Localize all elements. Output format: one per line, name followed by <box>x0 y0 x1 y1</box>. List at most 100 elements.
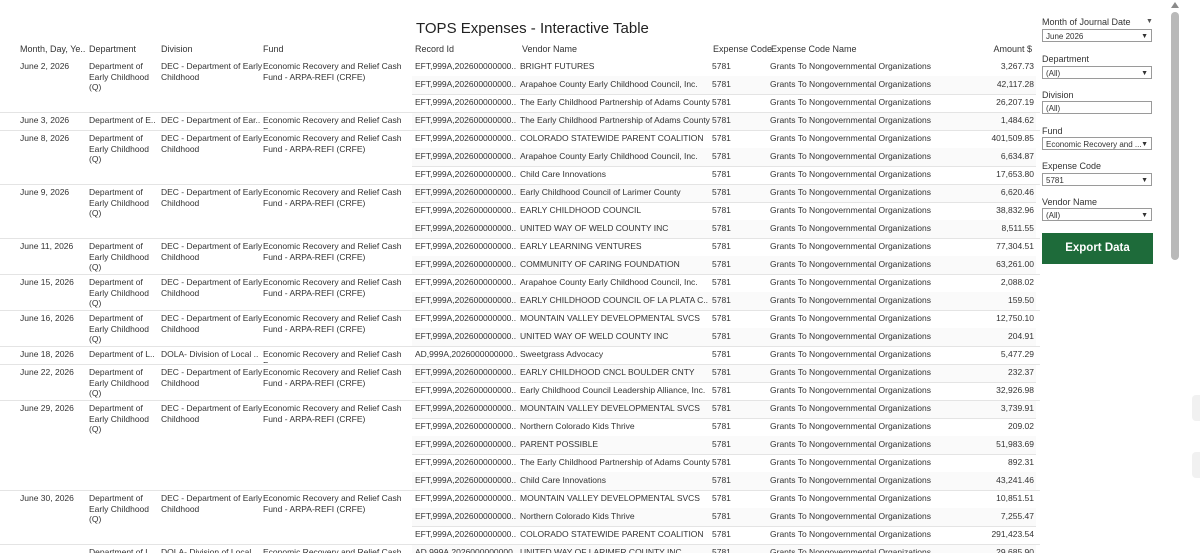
fund-cell: Economic Recovery and Relief Cash F.. <box>263 115 402 129</box>
record-id-cell: EFT,999A,202600000000.. <box>415 169 517 179</box>
expense-code-name-cell: Grants To Nongovernmental Organizations <box>770 349 931 359</box>
group-divider <box>0 112 1040 113</box>
expense-code-cell: 5781 <box>712 223 731 233</box>
table-row[interactable]: EFT,999A,202600000000.. MOUNTAIN VALLEY D… <box>412 310 1036 329</box>
table-row[interactable]: AD,999A,2026000000000.. Sweetgrass Advoca… <box>412 346 1036 365</box>
month-filter-select[interactable]: June 2026 ▼ <box>1042 29 1152 42</box>
department-filter-label: Department <box>1042 54 1090 64</box>
amount-cell: 32,926.98 <box>996 385 1034 395</box>
amount-cell: 3,267.73 <box>1000 61 1034 71</box>
table-row[interactable]: EFT,999A,202600000000.. Early Childhood C… <box>412 184 1036 203</box>
record-id-cell: EFT,999A,202600000000.. <box>415 259 517 269</box>
column-header-expense-code-name[interactable]: Expense Code Name <box>771 44 857 54</box>
table-row[interactable]: EFT,999A,202600000000.. EARLY CHILDHOOD C… <box>412 202 1036 221</box>
column-header-department[interactable]: Department <box>89 44 136 54</box>
table-row[interactable]: EFT,999A,202600000000.. MOUNTAIN VALLEY D… <box>412 400 1036 419</box>
table-row[interactable]: EFT,999A,202600000000.. Child Care Innova… <box>412 166 1036 185</box>
record-id-cell: EFT,999A,202600000000.. <box>415 421 517 431</box>
table-row[interactable]: EFT,999A,202600000000.. Early Childhood C… <box>412 382 1036 401</box>
vendor-name-cell: Arapahoe County Early Childhood Council,… <box>520 79 698 89</box>
table-row[interactable]: EFT,999A,202600000000.. COLORADO STATEWID… <box>412 526 1036 545</box>
expense-code-filter-select[interactable]: 5781 ▼ <box>1042 173 1152 186</box>
department-filter-select[interactable]: (All) ▼ <box>1042 66 1152 79</box>
amount-cell: 401,509.85 <box>991 133 1034 143</box>
table-row[interactable]: EFT,999A,202600000000.. The Early Childho… <box>412 112 1036 131</box>
table-row[interactable]: EFT,999A,202600000000.. COMMUNITY OF CARI… <box>412 256 1036 275</box>
vendor-filter-select[interactable]: (All) ▼ <box>1042 208 1152 221</box>
group-divider <box>0 130 1040 131</box>
column-header-date[interactable]: Month, Day, Ye.. <box>20 44 85 54</box>
record-id-cell: EFT,999A,202600000000.. <box>415 367 517 377</box>
table-row[interactable]: EFT,999A,202600000000.. Arapahoe County E… <box>412 148 1036 167</box>
chevron-down-icon: ▼ <box>1141 33 1148 40</box>
chevron-down-icon: ▼ <box>1141 177 1148 184</box>
division-cell: DEC - Department of Early Childhood <box>161 313 263 334</box>
table-row[interactable]: AD,999A,2026000000000.. UNITED WAY OF LAR… <box>412 544 1036 553</box>
department-cell: Department of Early Childhood (Q) <box>89 403 150 434</box>
expense-code-cell: 5781 <box>712 349 731 359</box>
table-row[interactable]: EFT,999A,202600000000.. EARLY CHILDHOOD C… <box>412 364 1036 383</box>
right-edge-panel <box>1186 0 1200 553</box>
table-row[interactable]: EFT,999A,202600000000.. EARLY CHILDHOOD C… <box>412 292 1036 311</box>
record-id-cell: EFT,999A,202600000000.. <box>415 403 517 413</box>
vertical-scrollbar[interactable] <box>1168 0 1182 553</box>
amount-cell: 6,620.46 <box>1000 187 1034 197</box>
table-row[interactable]: EFT,999A,202600000000.. UNITED WAY OF WEL… <box>412 220 1036 239</box>
column-header-record-id[interactable]: Record Id <box>415 44 454 54</box>
record-id-cell: EFT,999A,202600000000.. <box>415 61 517 71</box>
scrollbar-thumb[interactable] <box>1171 12 1179 260</box>
table-row[interactable]: EFT,999A,202600000000.. Arapahoe County E… <box>412 76 1036 95</box>
amount-cell: 51,983.69 <box>996 439 1034 449</box>
export-data-button[interactable]: Export Data <box>1042 233 1153 264</box>
column-header-expense-code[interactable]: Expense Code <box>713 44 772 54</box>
expense-code-cell: 5781 <box>712 115 731 125</box>
fund-filter-select[interactable]: Economic Recovery and ... ▼ <box>1042 137 1152 150</box>
table-row[interactable]: EFT,999A,202600000000.. COLORADO STATEWID… <box>412 130 1036 149</box>
expense-code-cell: 5781 <box>712 511 731 521</box>
expense-code-name-cell: Grants To Nongovernmental Organizations <box>770 421 931 431</box>
table-row[interactable]: EFT,999A,202600000000.. UNITED WAY OF WEL… <box>412 328 1036 347</box>
table-row[interactable]: EFT,999A,202600000000.. Northern Colorado… <box>412 508 1036 527</box>
table-row[interactable]: EFT,999A,202600000000.. Child Care Innova… <box>412 472 1036 491</box>
division-cell: DEC - Department of Early Childhood <box>161 133 263 154</box>
division-cell: DEC - Department of Early Childhood <box>161 61 263 82</box>
edge-handle[interactable] <box>1192 395 1200 421</box>
column-header-vendor[interactable]: Vendor Name <box>522 44 577 54</box>
table-row[interactable]: EFT,999A,202600000000.. MOUNTAIN VALLEY D… <box>412 490 1036 509</box>
column-header-amount[interactable]: Amount $ <box>960 44 1032 54</box>
expense-table: EFT,999A,202600000000.. BRIGHT FUTURES 578… <box>0 58 1040 553</box>
amount-cell: 8,511.55 <box>1001 223 1034 233</box>
date-cell: June 29, 2026 <box>20 403 74 413</box>
division-filter-select[interactable]: (All) <box>1042 101 1152 114</box>
date-cell: June 9, 2026 <box>20 187 70 197</box>
amount-cell: 3,739.91 <box>1000 403 1034 413</box>
chevron-down-icon[interactable]: ▼ <box>1146 18 1153 25</box>
date-cell: June 18, 2026 <box>20 349 74 359</box>
table-row[interactable]: EFT,999A,202600000000.. Arapahoe County E… <box>412 274 1036 293</box>
division-cell: DEC - Department of Early Childhood <box>161 493 263 514</box>
table-row[interactable]: EFT,999A,202600000000.. EARLY LEARNING VE… <box>412 238 1036 257</box>
division-filter-value: (All) <box>1046 104 1061 113</box>
table-row[interactable]: EFT,999A,202600000000.. Northern Colorado… <box>412 418 1036 437</box>
column-header-fund[interactable]: Fund <box>263 44 284 54</box>
amount-cell: 42,117.28 <box>996 79 1034 89</box>
group-divider <box>0 184 1040 185</box>
table-row[interactable]: EFT,999A,202600000000.. The Early Childho… <box>412 94 1036 113</box>
date-cell: June 22, 2026 <box>20 367 74 377</box>
date-cell: June 15, 2026 <box>20 277 74 287</box>
department-cell: Department of Early Childhood (Q) <box>89 277 150 308</box>
table-row[interactable]: EFT,999A,202600000000.. The Early Childho… <box>412 454 1036 473</box>
table-row[interactable]: EFT,999A,202600000000.. BRIGHT FUTURES 578… <box>412 58 1036 77</box>
column-header-division[interactable]: Division <box>161 44 193 54</box>
group-divider <box>0 364 1040 365</box>
date-cell: June 16, 2026 <box>20 313 74 323</box>
expense-code-name-cell: Grants To Nongovernmental Organizations <box>770 61 931 71</box>
expense-code-cell: 5781 <box>712 205 731 215</box>
expense-code-name-cell: Grants To Nongovernmental Organizations <box>770 187 931 197</box>
arrow-up-icon[interactable] <box>1171 2 1179 8</box>
group-divider <box>0 346 1040 347</box>
amount-cell: 77,304.51 <box>996 241 1034 251</box>
table-row[interactable]: EFT,999A,202600000000.. PARENT POSSIBLE 57… <box>412 436 1036 455</box>
record-id-cell: EFT,999A,202600000000.. <box>415 115 517 125</box>
edge-handle[interactable] <box>1192 452 1200 478</box>
